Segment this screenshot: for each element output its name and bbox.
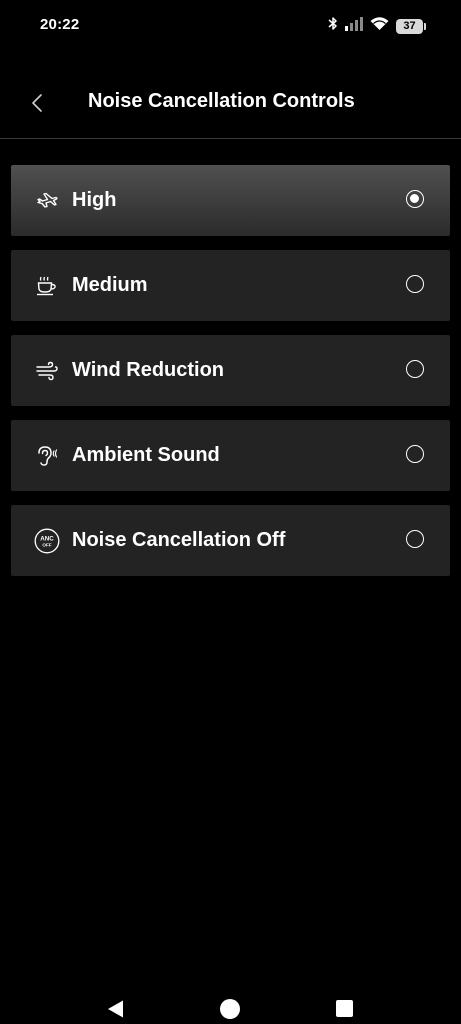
bluetooth-icon [328,16,338,36]
option-medium[interactable]: Medium [11,250,450,321]
option-ambient-sound[interactable]: Ambient Sound [11,420,450,491]
radio-button[interactable] [406,360,424,378]
option-wind-reduction[interactable]: Wind Reduction [11,335,450,406]
page-title: Noise Cancellation Controls [88,90,355,112]
option-high[interactable]: High [11,165,450,236]
status-icons: 37 [328,16,426,36]
nav-home-icon[interactable] [220,999,240,1019]
signal-icon [345,16,363,36]
status-time: 20:22 [40,16,80,33]
ear-icon [33,442,60,469]
airplane-icon [33,187,60,214]
anc-off-icon: ANC OFF [33,527,60,554]
wifi-icon [370,16,389,36]
svg-text:ANC: ANC [40,535,54,542]
status-bar: 20:22 37 [0,0,461,50]
system-nav-bar [0,968,461,1024]
radio-button[interactable] [406,530,424,548]
coffee-cup-icon [33,272,60,299]
wind-icon [33,357,60,384]
radio-button[interactable] [406,275,424,293]
back-button[interactable] [22,90,52,120]
option-label: Medium [72,274,148,296]
option-label: Ambient Sound [72,444,220,466]
chevron-left-icon [31,93,43,118]
nav-recents-icon[interactable] [336,1000,353,1017]
radio-button-selected[interactable] [406,190,424,208]
option-label: Wind Reduction [72,359,225,381]
battery-icon: 37 [396,18,426,34]
nav-back-icon[interactable] [106,999,126,1019]
option-label: High [72,189,117,211]
header: Noise Cancellation Controls [0,70,461,139]
option-label: Noise Cancellation Off [72,529,286,551]
svg-text:OFF: OFF [42,542,51,547]
radio-button[interactable] [406,445,424,463]
option-noise-cancellation-off[interactable]: ANC OFF Noise Cancellation Off [11,505,450,576]
anc-mode-list: High Medium Wind Reduction Ambient Sound… [11,165,450,590]
